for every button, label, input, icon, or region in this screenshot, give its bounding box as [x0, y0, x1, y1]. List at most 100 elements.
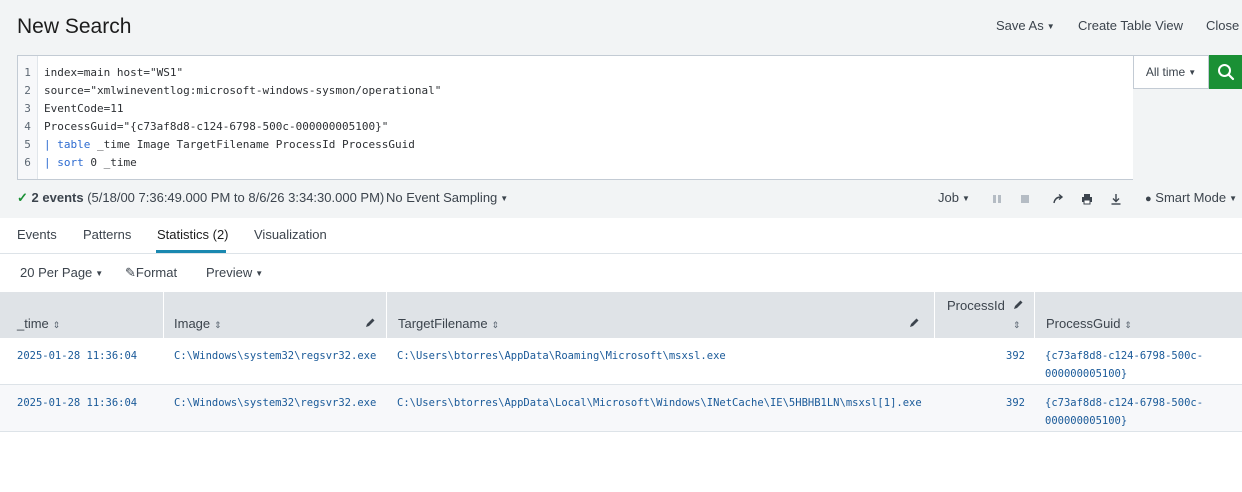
search-icon	[1217, 64, 1234, 81]
guid-line-1: {c73af8d8-c124-6798-500c-	[1045, 397, 1204, 409]
table-row: 2025-01-28 11:36:04 C:\Windows\system32\…	[0, 385, 1242, 432]
sort-args: 0 _time	[83, 156, 137, 169]
sort-icon[interactable]: ⇕	[1013, 316, 1021, 331]
caret-down-icon: ▼	[1188, 67, 1197, 77]
cell-time[interactable]: 2025-01-28 11:36:04	[17, 394, 137, 412]
job-label: Job	[938, 190, 959, 205]
export-button[interactable]	[1107, 190, 1125, 208]
guid-line-2: 000000005100}	[1045, 415, 1128, 427]
pause-button[interactable]	[988, 190, 1006, 208]
preview-menu[interactable]: Preview ▼	[206, 265, 263, 280]
edit-column-icon[interactable]	[908, 317, 920, 329]
save-as-menu[interactable]: Save As ▼	[996, 18, 1055, 33]
results-tabs: Events Patterns Statistics (2) Visualiza…	[0, 218, 1242, 254]
tab-patterns[interactable]: Patterns	[83, 227, 131, 242]
search-query-editor[interactable]: 1 2 3 4 5 6 index=main host="WS1" source…	[17, 55, 1133, 180]
edit-column-icon[interactable]	[1012, 299, 1024, 311]
time-range-label: All time	[1145, 65, 1186, 79]
column-header-processguid[interactable]: ProcessGuid ⇕	[1046, 316, 1132, 331]
caret-down-icon: ▼	[500, 194, 509, 203]
cell-targetfilename[interactable]: C:\Users\btorres\AppData\Roaming\Microso…	[397, 347, 726, 365]
event-sampling-label: No Event Sampling	[386, 190, 498, 205]
close-button[interactable]: Close	[1206, 18, 1239, 33]
table-row: 2025-01-28 11:36:04 C:\Windows\system32\…	[0, 338, 1242, 385]
pipe: |	[44, 138, 58, 151]
cell-targetfilename[interactable]: C:\Users\btorres\AppData\Local\Microsoft…	[397, 394, 922, 412]
cell-image[interactable]: C:\Windows\system32\regsvr32.exe	[174, 394, 376, 412]
column-divider	[163, 292, 164, 338]
job-menu[interactable]: Job ▼	[938, 190, 970, 205]
time-range-picker[interactable]: All time ▼	[1133, 55, 1209, 89]
sort-icon[interactable]: ⇕	[492, 320, 500, 330]
tab-visualization[interactable]: Visualization	[254, 227, 327, 242]
query-line-3: EventCode=11	[44, 102, 124, 115]
stop-icon	[1021, 195, 1029, 203]
line-number: 5	[24, 138, 31, 151]
checkmark-icon: ✓	[17, 190, 28, 205]
cell-processid[interactable]: 392	[985, 394, 1025, 412]
cell-processguid[interactable]: {c73af8d8-c124-6798-500c- 000000005100}	[1045, 347, 1203, 383]
query-line-1: index=main host="WS1"	[44, 66, 184, 79]
query-line-2: source="xmlwineventlog:microsoft-windows…	[44, 84, 442, 97]
stop-button[interactable]	[1016, 190, 1034, 208]
column-label: Image	[174, 316, 211, 331]
line-number: 2	[24, 84, 31, 97]
event-count: 2 events	[31, 190, 84, 205]
cell-processguid[interactable]: {c73af8d8-c124-6798-500c- 000000005100}	[1045, 394, 1203, 430]
pipe: |	[44, 156, 58, 169]
sort-icon[interactable]: ⇕	[1124, 320, 1132, 330]
cell-processid[interactable]: 392	[985, 347, 1025, 365]
search-button[interactable]	[1209, 55, 1242, 89]
per-page-label: 20 Per Page	[20, 265, 93, 280]
table-header: _time ⇕ Image ⇕ TargetFilename ⇕ ProcessId …	[0, 292, 1242, 338]
column-header-image[interactable]: Image ⇕	[174, 316, 222, 331]
pencil-icon: ✎	[125, 265, 136, 280]
query-line-4: ProcessGuid="{c73af8d8-c124-6798-500c-00…	[44, 120, 389, 133]
column-divider	[1034, 292, 1035, 338]
pause-icon	[993, 195, 1001, 203]
query-line-5: | table _time Image TargetFilename Proce…	[44, 138, 415, 151]
event-sampling-menu[interactable]: No Event Sampling ▼	[386, 190, 508, 205]
column-header-targetfilename[interactable]: TargetFilename ⇕	[398, 316, 499, 331]
column-label: _time	[17, 316, 49, 331]
active-tab-indicator	[156, 250, 226, 253]
share-icon	[1053, 193, 1064, 204]
column-header-time[interactable]: _time ⇕	[17, 316, 60, 331]
guid-line-1: {c73af8d8-c124-6798-500c-	[1045, 350, 1204, 362]
event-time-range: (5/18/00 7:36:49.000 PM to 8/6/26 3:34:3…	[87, 190, 385, 205]
download-icon	[1111, 194, 1121, 205]
format-label: Format	[135, 265, 178, 280]
share-button[interactable]	[1049, 190, 1067, 208]
query-line-6: | sort 0 _time	[44, 156, 137, 169]
cell-image[interactable]: C:\Windows\system32\regsvr32.exe	[174, 347, 376, 365]
sort-command: sort	[57, 156, 84, 169]
preview-label: Preview	[206, 265, 253, 280]
column-divider	[386, 292, 387, 338]
sort-icon[interactable]: ⇕	[214, 320, 222, 330]
caret-down-icon: ▼	[255, 269, 264, 278]
format-menu[interactable]: ✎Format	[125, 265, 177, 281]
caret-down-icon: ▼	[95, 269, 104, 278]
search-mode-menu[interactable]: ● Smart Mode ▼	[1145, 190, 1237, 205]
save-as-label: Save As	[996, 18, 1044, 33]
column-label: ProcessId	[947, 298, 1005, 313]
caret-down-icon: ▼	[961, 194, 970, 203]
column-header-processid[interactable]: ProcessId	[947, 298, 1005, 313]
event-count-status: ✓ 2 events (5/18/00 7:36:49.000 PM to 8/…	[17, 190, 384, 206]
caret-down-icon: ▼	[1229, 194, 1238, 203]
column-divider	[934, 292, 935, 338]
tab-statistics[interactable]: Statistics (2)	[157, 227, 229, 242]
per-page-menu[interactable]: 20 Per Page ▼	[20, 265, 103, 280]
line-number: 3	[24, 102, 31, 115]
sort-icon[interactable]: ⇕	[53, 320, 61, 330]
tab-events[interactable]: Events	[17, 227, 57, 242]
column-label: ProcessGuid	[1046, 316, 1121, 331]
table-args: _time Image TargetFilename ProcessId Pro…	[90, 138, 415, 151]
column-label: TargetFilename	[398, 316, 488, 331]
print-icon	[1082, 194, 1092, 205]
cell-time[interactable]: 2025-01-28 11:36:04	[17, 347, 137, 365]
edit-column-icon[interactable]	[364, 317, 376, 329]
create-table-view-button[interactable]: Create Table View	[1078, 18, 1183, 33]
line-number: 4	[24, 120, 31, 133]
print-button[interactable]	[1078, 190, 1096, 208]
